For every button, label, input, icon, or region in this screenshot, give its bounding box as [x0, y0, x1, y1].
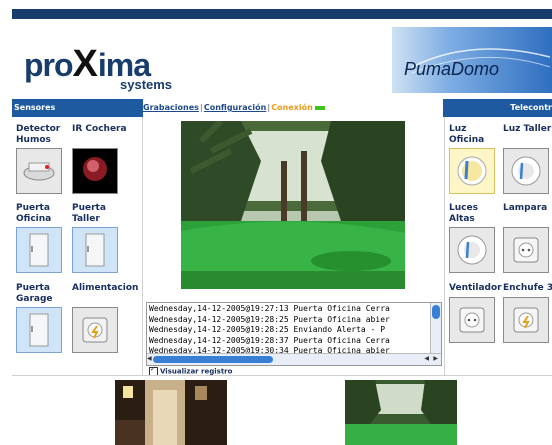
power-outlet-icon[interactable]: [72, 307, 118, 353]
sensor-puerta-oficina[interactable]: Puerta Oficina: [16, 203, 76, 273]
control-ventilador[interactable]: Ventilador: [449, 283, 509, 343]
sensores-header: Sensores: [14, 103, 56, 112]
door-icon[interactable]: [16, 307, 62, 353]
camera-view-garden-2[interactable]: [345, 380, 457, 445]
header: proXima systems PumaDomo: [12, 19, 552, 99]
sensor-label: IR Cochera: [72, 124, 127, 134]
outlet-icon[interactable]: [503, 227, 549, 273]
smoke-detector-icon[interactable]: [16, 148, 62, 194]
log-horizontal-scrollbar[interactable]: ◀ ◀ ▶: [147, 353, 441, 365]
telecontrol-header: Telecontr: [510, 103, 552, 112]
log-line: Wednesday,14-12-2005@19:27:13 Puerta Ofi…: [149, 304, 390, 313]
control-label: Luz: [449, 124, 467, 134]
control-label: Luz Taller: [503, 124, 552, 134]
control-label: Altas: [449, 214, 475, 224]
configuracion-link[interactable]: Configuración: [204, 103, 266, 112]
log-horizontal-thumb[interactable]: [153, 356, 273, 363]
control-label: Lampara: [503, 203, 548, 213]
log-line: Wednesday,14-12-2005@19:28:25 Puerta Ofi…: [149, 314, 390, 324]
sensor-label: Alimentacion: [72, 283, 139, 293]
grabaciones-link[interactable]: Grabaciones: [143, 103, 199, 112]
sensor-label: Garage: [16, 294, 53, 304]
control-luz-oficina[interactable]: Luz Oficina: [449, 124, 509, 194]
sensor-label: Oficina: [16, 214, 52, 224]
light-bulb-icon[interactable]: [449, 148, 495, 194]
door-icon[interactable]: [16, 227, 62, 273]
connection-led-icon: [314, 105, 325, 110]
pumadomo-brand: PumaDomo: [404, 59, 500, 79]
sensor-puerta-garage[interactable]: Puerta Garage: [16, 283, 76, 353]
log-lines: Wednesday,14-12-2005@19:27:13 Puerta Ofi…: [149, 304, 431, 357]
scroll-right-arrow-icon[interactable]: ▶: [433, 355, 438, 362]
ir-sensor-icon[interactable]: [72, 148, 118, 194]
sensor-puerta-taller[interactable]: Puerta Taller: [72, 203, 132, 273]
outlet-icon[interactable]: [503, 297, 549, 343]
control-label: Luces: [449, 203, 478, 213]
logo-subtitle: systems: [120, 77, 173, 92]
hallway-image: [115, 380, 227, 445]
camera-panel: Wednesday,14-12-2005@19:27:13 Puerta Ofi…: [143, 117, 443, 376]
sensor-label: Detector: [16, 124, 61, 134]
log-line: Wednesday,14-12-2005@19:28:25 Enviando A…: [149, 325, 386, 334]
nav-menu: Grabaciones|Configuración|Conexión: [143, 99, 443, 117]
control-enchufe-3[interactable]: Enchufe 3: [503, 283, 552, 343]
telecontrol-panel: Luz Oficina Luz Taller Luces Altas Lampa…: [444, 117, 552, 375]
camera-view-garden[interactable]: [181, 121, 405, 289]
sensor-ir-cochera[interactable]: IR Cochera: [72, 124, 132, 194]
conexion-label: Conexión: [271, 103, 313, 112]
door-icon[interactable]: [72, 227, 118, 273]
logo-text-x: X: [72, 43, 98, 85]
scroll-left-arrow-icon[interactable]: ◀: [147, 355, 152, 362]
log-vertical-thumb[interactable]: [432, 305, 440, 319]
garden-image-2: [345, 380, 457, 445]
log-line: Wednesday,14-12-2005@19:28:37 Puerta Ofi…: [149, 335, 390, 345]
camera-view-hallway[interactable]: [115, 380, 227, 445]
logo-text-pro: pro: [24, 47, 74, 83]
sensor-label: Puerta Taller: [72, 203, 106, 224]
scroll-left-arrow-icon[interactable]: ◀: [424, 355, 429, 362]
sensor-alimentacion[interactable]: Alimentacion: [72, 283, 139, 353]
sensors-panel: Detector Humos IR Cochera Puerta Oficina…: [12, 117, 143, 375]
event-log[interactable]: Wednesday,14-12-2005@19:27:13 Puerta Ofi…: [146, 302, 442, 366]
log-vertical-scrollbar[interactable]: [430, 303, 441, 353]
sensor-label: Puerta: [16, 283, 50, 293]
control-luz-taller[interactable]: Luz Taller: [503, 124, 552, 194]
control-label: Oficina: [449, 135, 485, 145]
control-lampara[interactable]: Lampara: [503, 203, 552, 273]
control-label: Enchufe 3: [503, 283, 552, 293]
control-label: Ventilador: [449, 283, 502, 293]
nav-bar: Sensores Grabaciones|Configuración|Conex…: [12, 99, 552, 117]
sensor-detector-humos[interactable]: Detector Humos: [16, 124, 76, 194]
light-bulb-icon[interactable]: [503, 148, 549, 194]
outlet-icon[interactable]: [449, 297, 495, 343]
top-strip: [12, 9, 552, 19]
sensor-label: Puerta: [16, 203, 50, 213]
control-luces-altas[interactable]: Luces Altas: [449, 203, 509, 273]
lower-camera-row: [12, 375, 552, 445]
garden-image: [181, 121, 405, 289]
sensor-label: Humos: [16, 135, 51, 145]
light-bulb-icon[interactable]: [449, 227, 495, 273]
app-window: proXima systems PumaDomo Sensores Grabac…: [12, 9, 552, 445]
